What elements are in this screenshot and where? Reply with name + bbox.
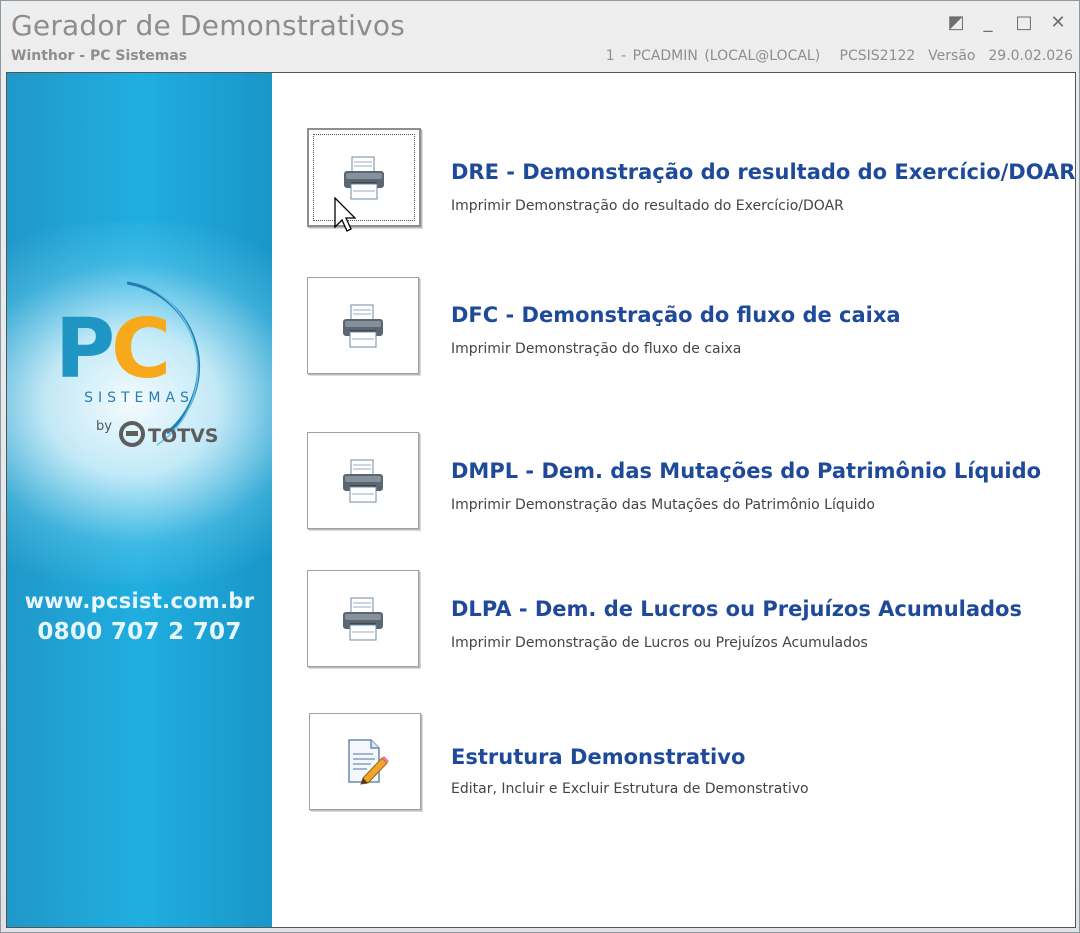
dmpl-description: Imprimir Demonstração das Mutações do Pa…: [451, 497, 875, 513]
window-subtitle: Winthor - PC Sistemas: [11, 48, 188, 64]
dfc-title[interactable]: DFC - Demonstração do fluxo de caixa: [451, 303, 901, 327]
report-item-dfc: DFC - Demonstração do fluxo de caixa Imp…: [307, 277, 1067, 377]
minimize-button[interactable]: _: [977, 11, 999, 33]
window-title: Gerador de Demonstrativos: [11, 9, 406, 42]
estrutura-description: Editar, Incluir e Excluir Estrutura de D…: [451, 781, 809, 797]
mouse-cursor-icon: [334, 197, 356, 232]
dmpl-title[interactable]: DMPL - Dem. das Mutações do Patrimônio L…: [451, 459, 1041, 483]
dfc-description: Imprimir Demonstração do fluxo de caixa: [451, 341, 742, 357]
website-text: www.pcsist.com.br: [24, 589, 255, 613]
dre-print-button[interactable]: [307, 128, 421, 227]
pc-sistemas-logo: P C SISTEMAS by TOTVS: [55, 276, 218, 447]
maximize-button[interactable]: □: [1013, 11, 1035, 33]
dlpa-description: Imprimir Demonstração de Lucros ou Preju…: [451, 635, 868, 651]
dlpa-title[interactable]: DLPA - Dem. de Lucros ou Prejuízos Acumu…: [451, 597, 1022, 621]
printer-icon: [343, 304, 383, 347]
dre-title[interactable]: DRE - Demonstração do resultado do Exerc…: [451, 160, 1075, 184]
focus-ring: [313, 134, 415, 221]
phone-text: 0800 707 2 707: [37, 619, 242, 645]
dlpa-print-button[interactable]: [307, 570, 419, 667]
estrutura-edit-button[interactable]: [309, 713, 421, 810]
close-button[interactable]: ✕: [1047, 11, 1069, 33]
printer-icon: [343, 597, 383, 640]
user-version-info: 1 - PCADMIN (LOCAL@LOCAL) PCSIS2122 Vers…: [605, 48, 1073, 64]
logo-sistemas-text: SISTEMAS: [84, 390, 194, 406]
logo-totvs-text: TOTVS: [148, 425, 218, 447]
logo-letter-p: P: [55, 302, 115, 397]
restore-icon[interactable]: ◩: [945, 11, 967, 33]
brand-banner: P C SISTEMAS by TOTVS www.pcsist.com.br …: [7, 73, 272, 927]
logo-letter-c: C: [111, 302, 171, 397]
report-item-dre: DRE - Demonstração do resultado do Exerc…: [307, 128, 1075, 228]
report-item-dlpa: DLPA - Dem. de Lucros ou Prejuízos Acumu…: [307, 570, 1067, 670]
dfc-print-button[interactable]: [307, 277, 419, 374]
report-item-estrutura: Estrutura Demonstrativo Editar, Incluir …: [307, 713, 1067, 813]
logo-by-text: by: [96, 419, 112, 434]
main-panel: P C SISTEMAS by TOTVS www.pcsist.com.br …: [6, 72, 1076, 928]
estrutura-title[interactable]: Estrutura Demonstrativo: [451, 745, 745, 769]
dre-description: Imprimir Demonstração do resultado do Ex…: [451, 198, 844, 214]
printer-icon: [343, 459, 383, 502]
dmpl-print-button[interactable]: [307, 432, 419, 529]
app-window: Gerador de Demonstrativos Winthor - PC S…: [0, 0, 1080, 933]
report-item-dmpl: DMPL - Dem. das Mutações do Patrimônio L…: [307, 432, 1067, 532]
document-edit-icon: [348, 738, 389, 785]
